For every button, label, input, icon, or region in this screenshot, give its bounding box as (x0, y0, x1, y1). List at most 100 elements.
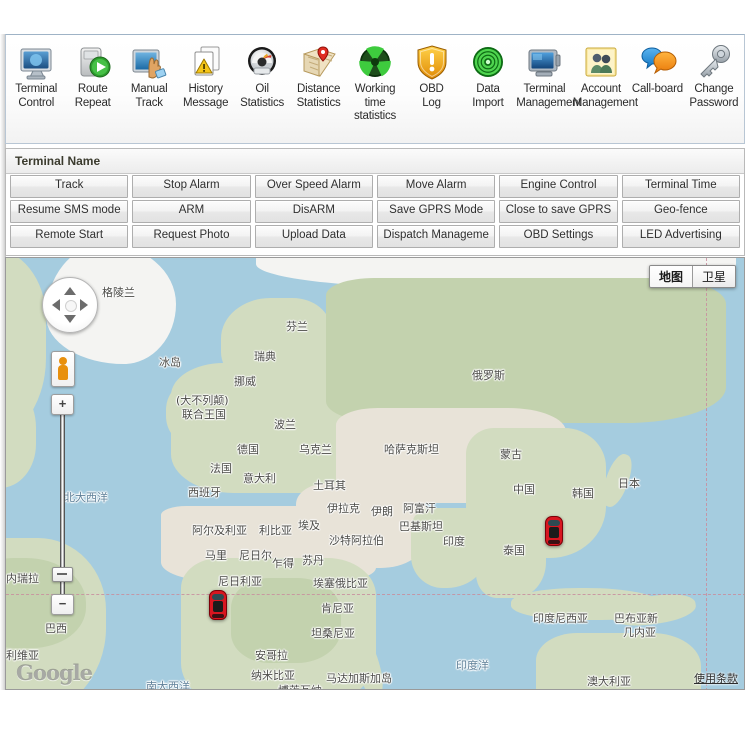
toolbar-item-history-message[interactable]: History Message (177, 41, 233, 110)
command-button-remote-start[interactable]: Remote Start (10, 225, 128, 248)
zoom-slider[interactable]: + − (56, 396, 68, 611)
map-type-switcher[interactable]: 地图卫星 (649, 265, 736, 288)
toolbar-item-label: Call-board (629, 83, 685, 97)
command-button-dispatch-manageme[interactable]: Dispatch Manageme (377, 225, 495, 248)
toolbar-item-label: Route Repeat (64, 83, 120, 110)
zoom-slider-handle[interactable] (52, 567, 73, 582)
vehicle-marker-china[interactable] (545, 516, 563, 546)
command-button-row: Remote StartRequest PhotoUpload DataDisp… (8, 225, 742, 248)
landmass-australia (536, 633, 701, 690)
toolbar-item-distance-statistics[interactable]: Distance Statistics (290, 41, 346, 110)
map-type-button-satellite[interactable]: 卫星 (692, 266, 735, 287)
pan-down-icon[interactable] (64, 315, 76, 323)
shield-exclamation-icon (412, 43, 452, 81)
toolbar-item-label: Distance Statistics (290, 83, 346, 110)
command-button-led-advertising[interactable]: LED Advertising (622, 225, 740, 248)
landmass-scandinavia (221, 298, 331, 388)
pan-right-icon[interactable] (80, 299, 88, 311)
device-monitor-icon (524, 43, 564, 81)
landmass-british-isles (166, 383, 216, 443)
main-toolbar: Terminal Control Route Repeat Manual Tra… (5, 34, 745, 144)
pan-left-icon[interactable] (52, 299, 60, 311)
map-canvas[interactable]: 格陵兰冰岛芬兰瑞典挪威(大不列颠)联合王国波兰德国乌克兰法国意大利西班牙土耳其俄… (6, 258, 744, 689)
command-button-geo-fence[interactable]: Geo-fence (622, 200, 740, 223)
application-window: Terminal Control Route Repeat Manual Tra… (0, 0, 750, 750)
toolbar-item-label: Oil Statistics (234, 83, 290, 110)
window-bottom-margin (0, 690, 750, 750)
panel-title: Terminal Name (6, 149, 744, 174)
hand-screen-icon (129, 43, 169, 81)
window-right-margin (745, 0, 750, 750)
toolbar-item-label: Working time statistics (347, 83, 403, 124)
command-button-disarm[interactable]: DisARM (255, 200, 373, 223)
car-rear-window (548, 540, 560, 544)
landmass-congo (231, 578, 341, 663)
radiation-icon (355, 43, 395, 81)
terms-of-use-link[interactable]: 使用条款 (694, 670, 738, 686)
command-button-resume-sms-mode[interactable]: Resume SMS mode (10, 200, 128, 223)
map-type-button-map[interactable]: 地图 (650, 266, 692, 287)
terminal-command-panel: Terminal Name TrackStop AlarmOver Speed … (5, 148, 745, 256)
command-button-terminal-time[interactable]: Terminal Time (622, 175, 740, 198)
command-button-row: TrackStop AlarmOver Speed AlarmMove Alar… (8, 175, 742, 198)
vehicle-marker-africa[interactable] (209, 590, 227, 620)
car-roof (549, 527, 559, 538)
command-button-stop-alarm[interactable]: Stop Alarm (132, 175, 250, 198)
users-card-icon (581, 43, 621, 81)
car-roof (213, 601, 223, 612)
landmass-southeast-asia (476, 518, 546, 598)
command-button-grid: TrackStop AlarmOver Speed AlarmMove Alar… (6, 174, 744, 248)
street-view-pegman-icon[interactable] (51, 351, 75, 387)
command-button-close-to-save-gprs[interactable]: Close to save GPRS (499, 200, 617, 223)
toolbar-item-oil-statistics[interactable]: Oil Statistics (234, 41, 290, 110)
toolbar-item-label: Manual Track (121, 83, 177, 110)
car-rear-window (212, 614, 224, 618)
command-button-row: Resume SMS modeARMDisARMSave GPRS ModeCl… (8, 200, 742, 223)
toolbar-item-call-board[interactable]: Call-board (629, 41, 685, 97)
toolbar-item-label: Account Management (573, 83, 629, 110)
command-button-obd-settings[interactable]: OBD Settings (499, 225, 617, 248)
command-button-arm[interactable]: ARM (132, 200, 250, 223)
pan-up-icon[interactable] (64, 287, 76, 295)
monitor-icon (16, 43, 56, 81)
toolbar-item-label: OBD Log (403, 83, 459, 110)
toolbar-item-label: Data Import (460, 83, 516, 110)
landmass-russia (326, 278, 726, 423)
command-button-upload-data[interactable]: Upload Data (255, 225, 373, 248)
toolbar-item-route-repeat[interactable]: Route Repeat (64, 41, 120, 110)
zoom-out-button[interactable]: − (51, 594, 74, 615)
toolbar-item-manual-track[interactable]: Manual Track (121, 41, 177, 110)
toolbar-item-obd-log[interactable]: OBD Log (403, 41, 459, 110)
command-button-track[interactable]: Track (10, 175, 128, 198)
play-disk-icon (73, 43, 113, 81)
toolbar-item-terminal-management[interactable]: Terminal Management (516, 41, 572, 110)
equator-line (6, 594, 745, 595)
toolbar-item-working-time-statistics[interactable]: Working time statistics (347, 41, 403, 124)
toolbar-item-data-import[interactable]: Data Import (460, 41, 516, 110)
gauge-icon (242, 43, 282, 81)
map-pin-book-icon (299, 43, 339, 81)
toolbar-item-label: Terminal Control (8, 83, 64, 110)
pegman-body (58, 365, 68, 380)
command-button-move-alarm[interactable]: Move Alarm (377, 175, 495, 198)
key-icon (694, 43, 734, 81)
toolbar-item-label: Terminal Management (516, 83, 572, 110)
toolbar-item-terminal-control[interactable]: Terminal Control (8, 41, 64, 110)
green-spiral-icon (468, 43, 508, 81)
command-button-engine-control[interactable]: Engine Control (499, 175, 617, 198)
pan-control[interactable] (42, 277, 98, 333)
map-viewport[interactable]: 格陵兰冰岛芬兰瑞典挪威(大不列颠)联合王国波兰德国乌克兰法国意大利西班牙土耳其俄… (5, 257, 745, 690)
meridian-line (706, 258, 707, 690)
speech-bubbles-icon (637, 43, 677, 81)
toolbar-item-label: Change Password (686, 83, 742, 110)
car-windshield (548, 520, 560, 526)
toolbar-item-label: History Message (177, 83, 233, 110)
pan-center-icon[interactable] (65, 300, 77, 312)
toolbar-item-account-management[interactable]: Account Management (573, 41, 629, 110)
command-button-request-photo[interactable]: Request Photo (132, 225, 250, 248)
car-windshield (212, 594, 224, 600)
zoom-in-button[interactable]: + (51, 394, 74, 415)
command-button-save-gprs-mode[interactable]: Save GPRS Mode (377, 200, 495, 223)
command-button-over-speed-alarm[interactable]: Over Speed Alarm (255, 175, 373, 198)
toolbar-item-change-password[interactable]: Change Password (686, 41, 742, 110)
